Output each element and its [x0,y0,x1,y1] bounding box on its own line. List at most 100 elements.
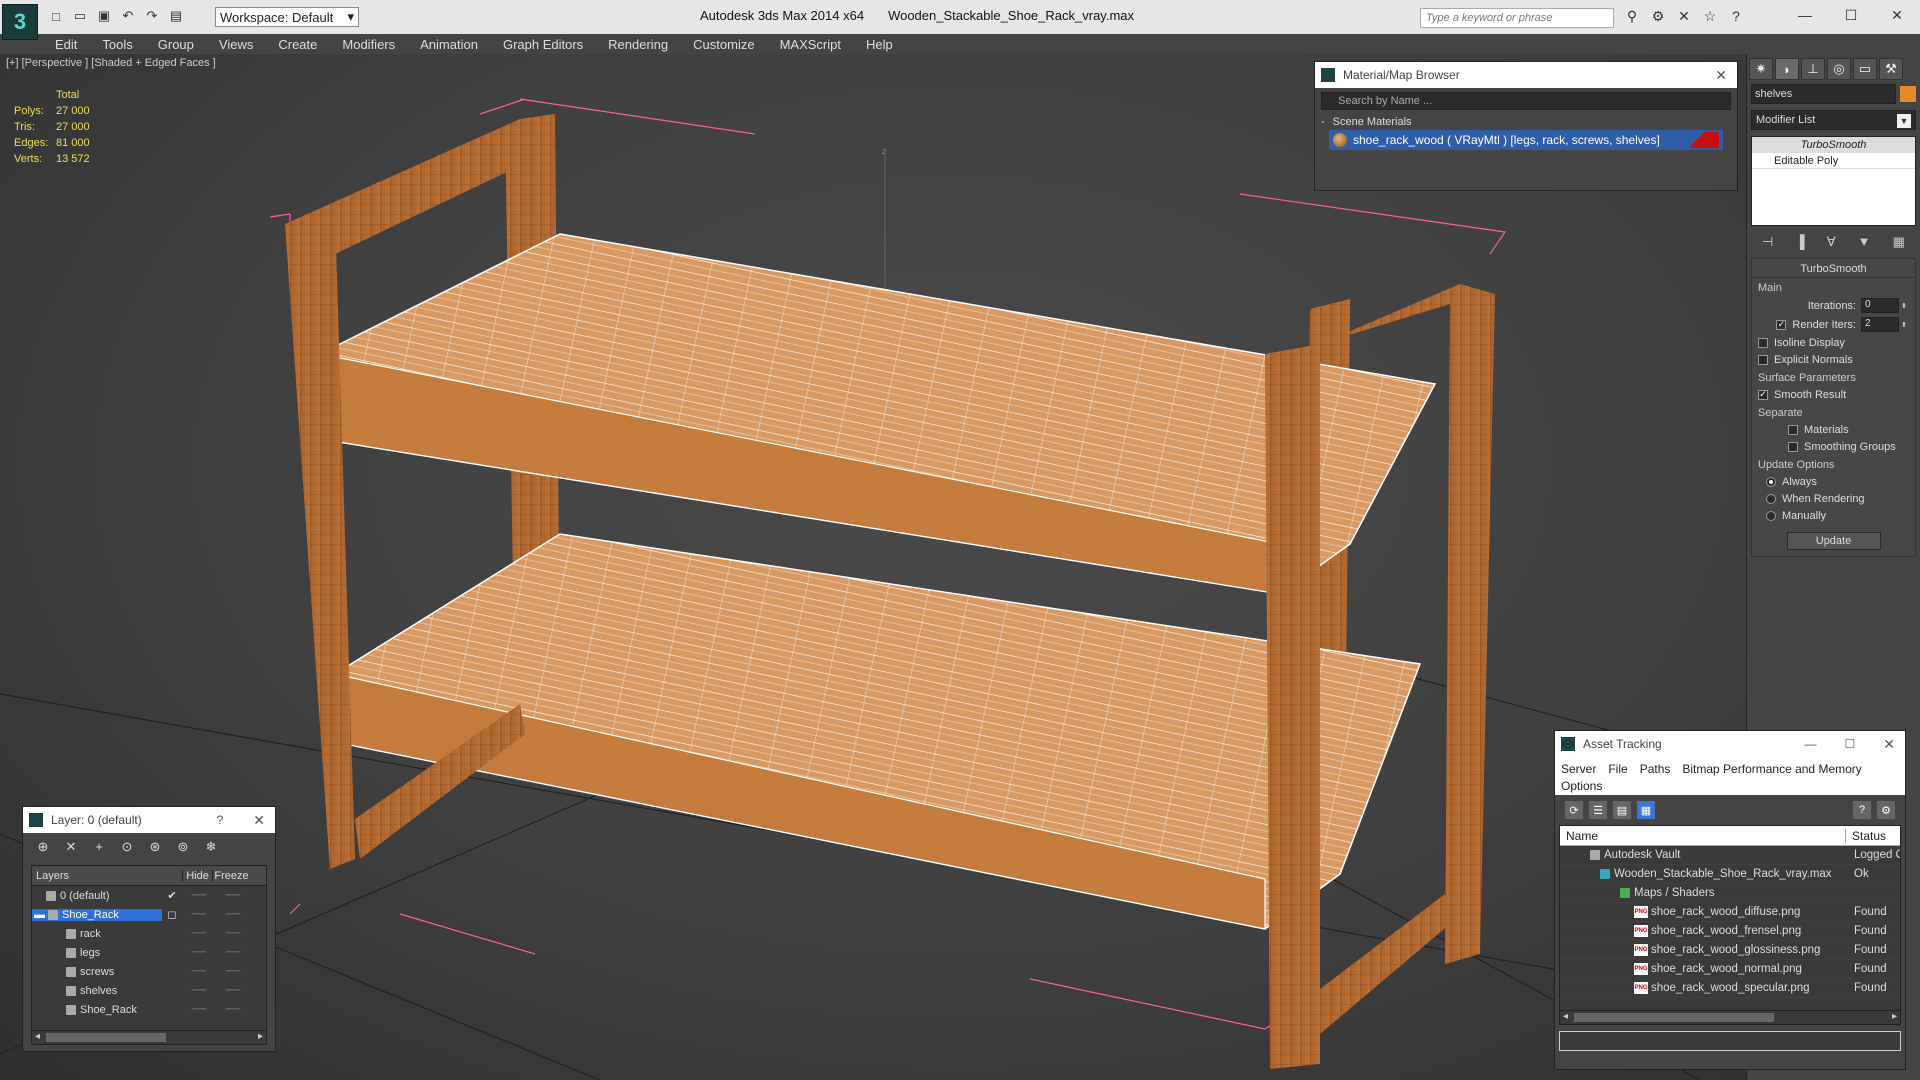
update-when-rendering-option[interactable]: When Rendering [1758,490,1909,507]
hide-all-icon[interactable]: ⊚ [175,839,191,855]
hide-toggle[interactable]: ── [182,928,216,939]
add-to-layer-icon[interactable]: + [91,839,107,855]
scene-materials-section[interactable]: - Scene Materials [1321,116,1731,128]
close-icon[interactable]: ✕ [1715,67,1727,84]
materials-option[interactable]: Materials [1758,421,1909,438]
communication-icon[interactable]: ✕ [1674,8,1694,26]
spinner-arrows-icon[interactable]: ⬍ [1901,321,1909,329]
object-color-swatch[interactable] [1900,86,1916,102]
render-iters-spinner[interactable]: ✓ Render Iters: 2 ⬍ [1758,315,1909,334]
asset-row[interactable]: PNG shoe_rack_wood_glossiness.png Found [1560,941,1900,960]
freeze-toggle[interactable]: ── [216,909,250,920]
render-iters-value[interactable]: 2 [1861,317,1899,332]
update-manually-option[interactable]: Manually [1758,507,1909,524]
close-icon[interactable]: ✕ [1883,736,1895,753]
delete-layer-icon[interactable]: ✕ [63,839,79,855]
smooth-result-checkbox[interactable]: ✓ [1758,389,1768,400]
menu-rendering[interactable]: Rendering [608,37,668,52]
close-icon[interactable]: ✕ [1874,0,1920,30]
detail-view-icon[interactable]: ▤ [1613,801,1631,819]
asset-row[interactable]: PNG shoe_rack_wood_normal.png Found [1560,960,1900,979]
favorites-star-icon[interactable]: ☆ [1700,8,1720,26]
create-tab-icon[interactable]: ✷ [1749,58,1773,80]
stack-item-turbosmooth[interactable]: TurboSmooth [1752,137,1915,153]
scrollbar-thumb[interactable] [46,1033,166,1042]
binoculars-icon[interactable]: ⚲ [1622,8,1642,26]
menu-animation[interactable]: Animation [420,37,478,52]
freeze-column-header[interactable]: Freeze [212,869,250,882]
motion-tab-icon[interactable]: ◎ [1827,58,1851,80]
hide-toggle[interactable]: ── [182,890,216,901]
modifier-list-dropdown[interactable]: Modifier List ▼ [1751,110,1916,130]
current-layer-check-icon[interactable]: ◻ [162,908,182,921]
menu-file[interactable]: File [1608,762,1627,776]
layers-column-header[interactable]: Layers [32,870,182,882]
asset-row[interactable]: Maps / Shaders [1560,884,1900,903]
menu-help[interactable]: Help [866,37,893,52]
pin-stack-icon[interactable]: ⊣ [1762,234,1773,250]
asset-path-field[interactable] [1559,1031,1901,1051]
viewport-label[interactable]: [+] [Perspective ] [Shaded + Edged Faces… [6,57,216,69]
horizontal-scrollbar[interactable]: ◂ ▸ [1560,1010,1900,1024]
workspace-dropdown[interactable]: Workspace: Default ▾ [215,7,359,27]
select-objects-icon[interactable]: ⊙ [119,839,135,855]
freeze-all-icon[interactable]: ❄ [203,839,219,855]
object-name-input[interactable]: shelves [1751,84,1896,104]
name-column-header[interactable]: Name [1560,828,1846,843]
menu-modifiers[interactable]: Modifiers [342,37,395,52]
smoothing-groups-checkbox[interactable] [1788,441,1798,452]
scrollbar-thumb[interactable] [1574,1013,1774,1022]
asset-tracking-titlebar[interactable]: Asset Tracking — ☐ ✕ [1555,731,1905,757]
layer-row[interactable]: screws ── ── [32,962,266,981]
asset-row[interactable]: PNG shoe_rack_wood_frensel.png Found [1560,922,1900,941]
project-folder-icon[interactable]: ▤ [166,7,186,25]
remove-modifier-icon[interactable]: ▼ [1858,234,1871,250]
help-icon[interactable]: ? [1726,8,1746,26]
maximize-icon[interactable]: ☐ [1845,737,1856,751]
list-view-icon[interactable]: ☰ [1589,801,1607,819]
material-item[interactable]: shoe_rack_wood ( VRayMtl ) [legs, rack, … [1329,130,1723,150]
update-button[interactable]: Update [1786,532,1881,550]
scroll-right-icon[interactable]: ▸ [258,1031,263,1042]
new-layer-icon[interactable]: ⊕ [35,839,51,855]
isoline-display-option[interactable]: Isoline Display [1758,334,1909,351]
current-layer-check-icon[interactable]: ✔ [162,889,182,902]
smooth-result-option[interactable]: ✓ Smooth Result [1758,386,1909,403]
menu-bitmap-performance[interactable]: Bitmap Performance and Memory [1682,762,1861,776]
utilities-tab-icon[interactable]: ⚒ [1879,58,1903,80]
hide-toggle[interactable]: ── [182,947,216,958]
stack-item-editable-poly[interactable]: Editable Poly [1752,153,1915,169]
menu-maxscript[interactable]: MAXScript [780,37,841,52]
show-end-result-icon[interactable]: ▐ [1795,234,1804,250]
subscription-icon[interactable]: ⚙ [1648,8,1668,26]
freeze-toggle[interactable]: ── [216,1004,250,1015]
asset-row[interactable]: Autodesk Vault Logged Out [1560,846,1900,865]
always-radio[interactable] [1766,476,1776,487]
asset-row[interactable]: PNG shoe_rack_wood_specular.png Found [1560,979,1900,998]
menu-graph-editors[interactable]: Graph Editors [503,37,583,52]
iterations-spinner[interactable]: Iterations: 0 ⬍ [1758,296,1909,315]
menu-create[interactable]: Create [278,37,317,52]
minimize-icon[interactable]: — [1782,0,1828,30]
menu-paths[interactable]: Paths [1640,762,1671,776]
manually-radio[interactable] [1766,510,1776,521]
iterations-value[interactable]: 0 [1861,298,1899,313]
materials-checkbox[interactable] [1788,424,1798,435]
keyword-search-input[interactable]: Type a keyword or phrase [1420,8,1614,28]
configure-sets-icon[interactable]: ▦ [1893,234,1905,250]
freeze-toggle[interactable]: ── [216,985,250,996]
freeze-toggle[interactable]: ── [216,890,250,901]
save-file-icon[interactable]: ▣ [94,7,114,25]
minimize-icon[interactable]: — [1805,737,1817,751]
modify-tab-icon[interactable]: ◗ [1775,58,1799,80]
menu-server[interactable]: Server [1561,762,1596,776]
maximize-icon[interactable]: ☐ [1828,0,1874,30]
explicit-normals-option[interactable]: Explicit Normals [1758,351,1909,368]
freeze-toggle[interactable]: ── [216,966,250,977]
vault-settings-icon[interactable]: ⚙ [1877,801,1895,819]
display-tab-icon[interactable]: ▭ [1853,58,1877,80]
when-rendering-radio[interactable] [1766,493,1776,504]
help-icon[interactable]: ? [217,813,224,827]
hide-toggle[interactable]: ── [182,966,216,977]
menu-group[interactable]: Group [158,37,194,52]
